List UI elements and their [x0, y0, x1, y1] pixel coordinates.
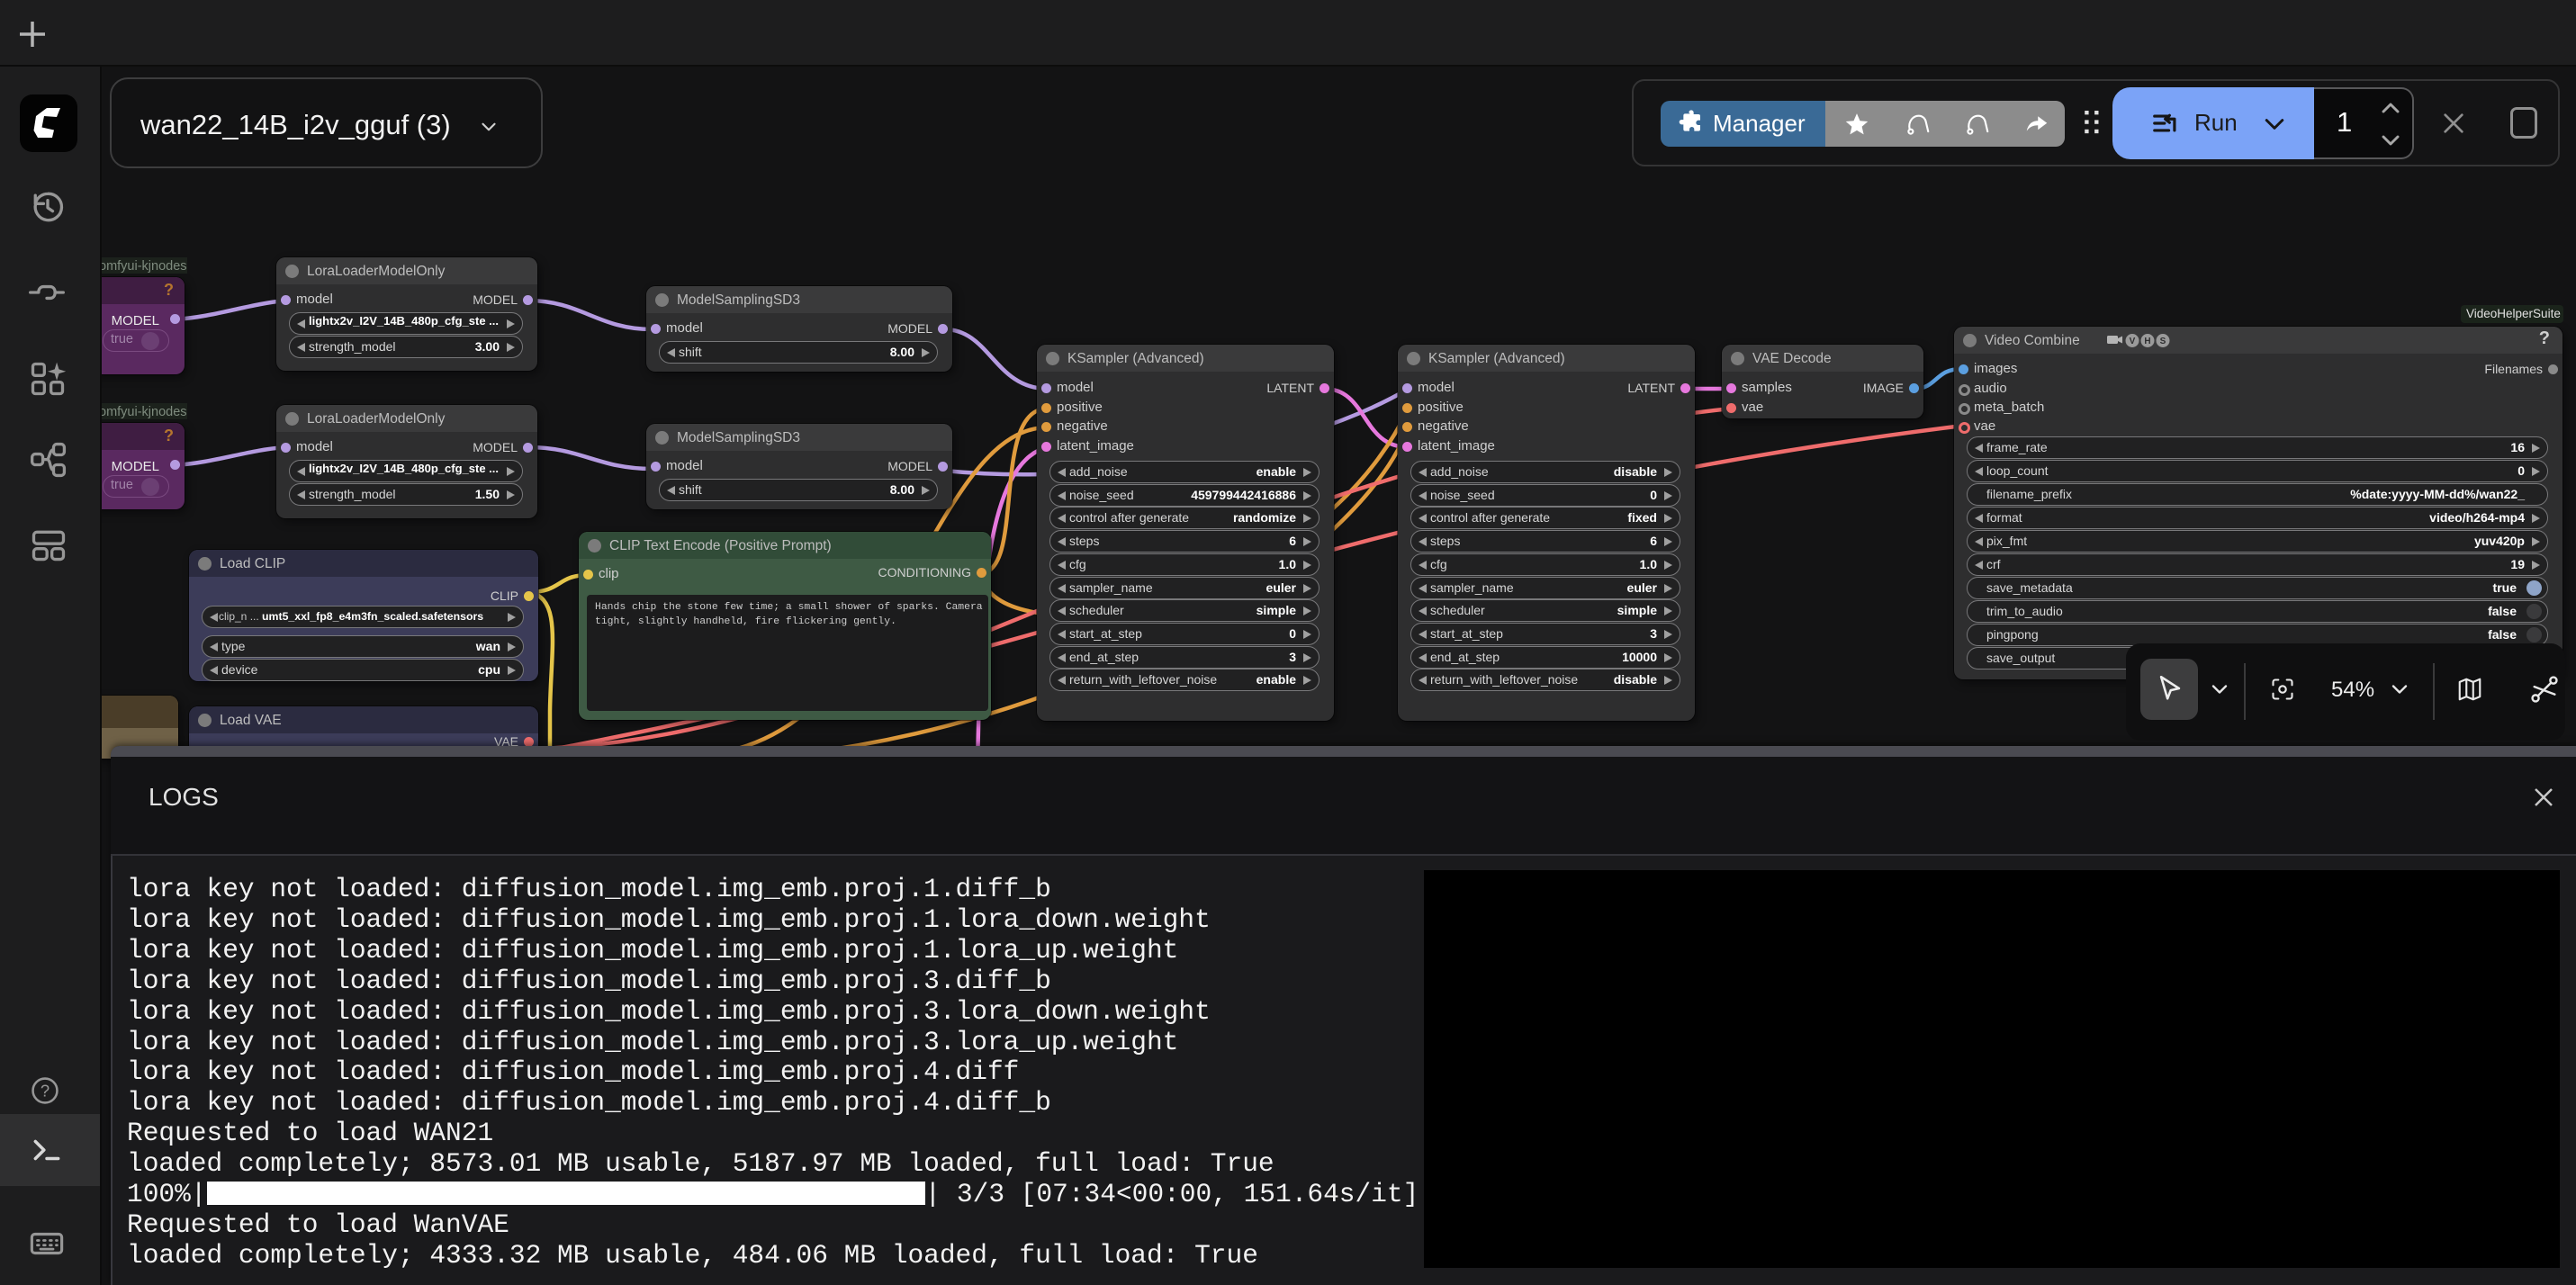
svg-text:S: S — [2160, 337, 2166, 346]
svg-text:?: ? — [41, 1081, 50, 1100]
svg-text:V: V — [2130, 337, 2136, 346]
svg-text:H: H — [2144, 337, 2150, 346]
